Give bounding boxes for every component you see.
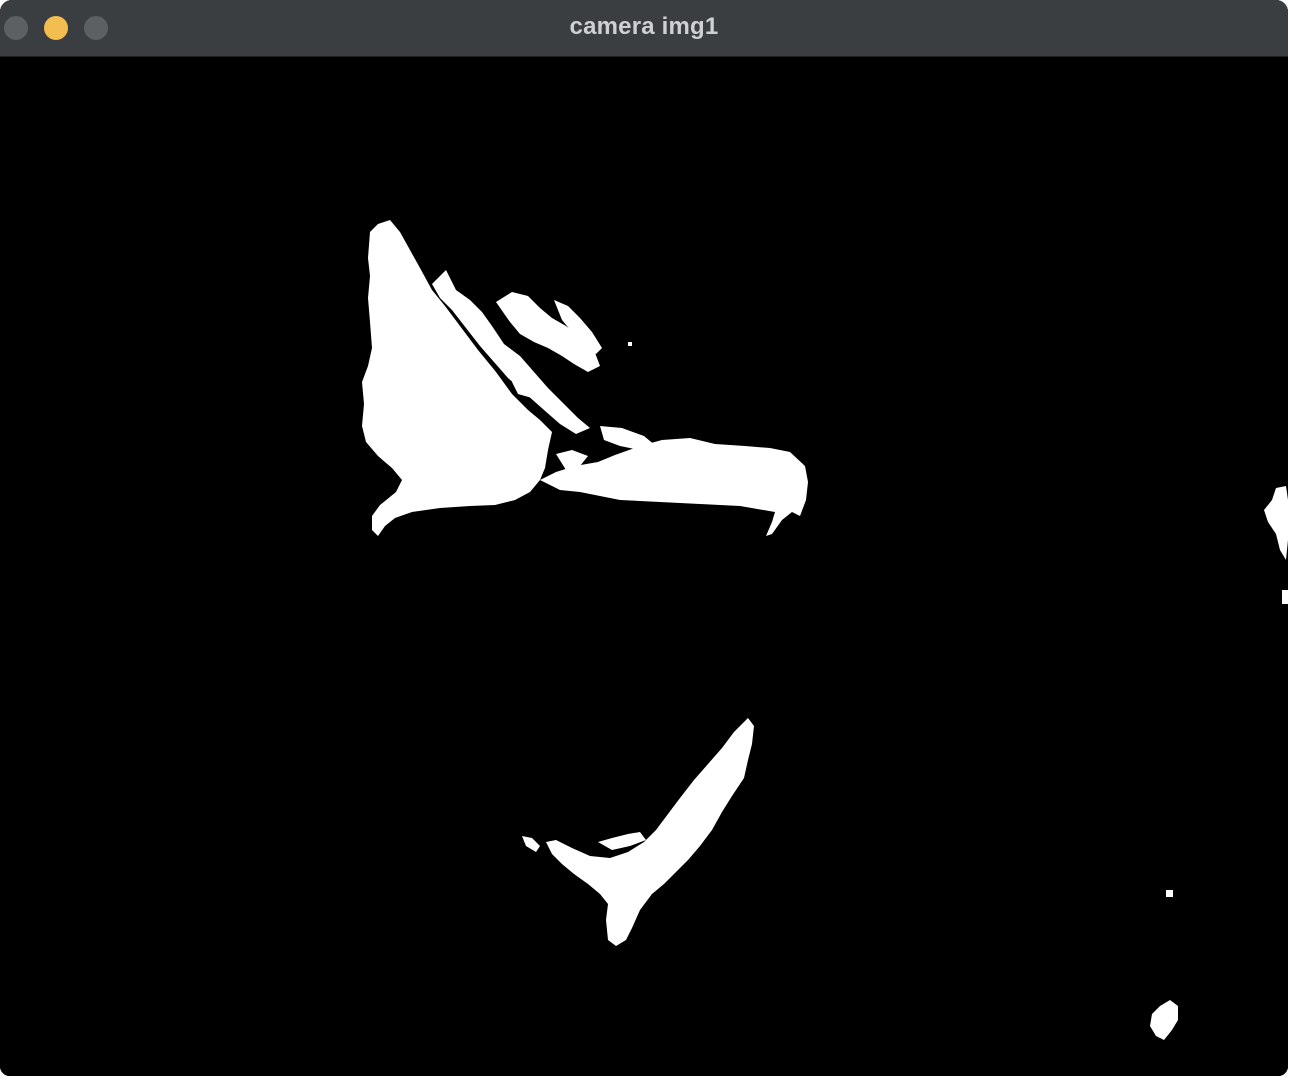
- image-canvas: [0, 57, 1288, 1076]
- mask-speck-5: [1166, 890, 1173, 897]
- app-window: camera img1: [0, 0, 1288, 1076]
- mask-background: [0, 57, 1288, 1076]
- window-title: camera img1: [569, 13, 719, 40]
- mask-speck-4: [1282, 590, 1288, 604]
- threshold-mask-image: [0, 57, 1288, 1076]
- title-bar[interactable]: camera img1: [0, 0, 1288, 57]
- mask-speck-2: [444, 292, 448, 298]
- mask-speck-1: [628, 342, 632, 346]
- mask-speck-3: [752, 448, 758, 452]
